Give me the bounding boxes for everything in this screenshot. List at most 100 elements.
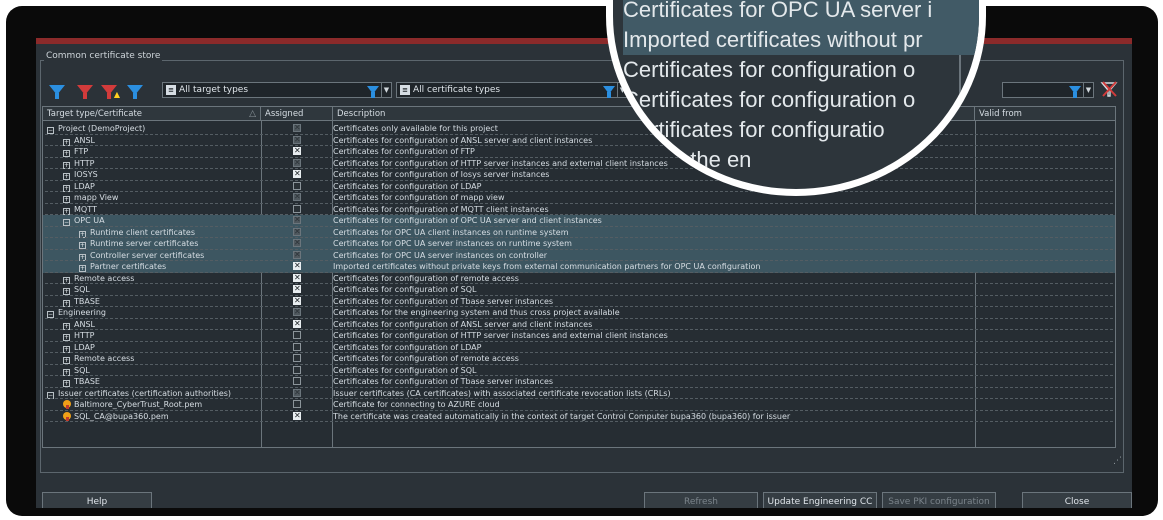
expand-icon[interactable]: +	[63, 150, 70, 157]
refresh-button[interactable]: Refresh	[644, 492, 758, 508]
expand-icon[interactable]: +	[63, 299, 70, 307]
filter-icon[interactable]	[46, 81, 68, 99]
expand-icon[interactable]: +	[63, 288, 70, 295]
collapse-icon[interactable]: −	[47, 311, 54, 318]
chevron-down-icon[interactable]: ▼	[381, 83, 391, 97]
table-row[interactable]: + Runtime client certificates Certificates…	[43, 226, 1115, 238]
expand-icon[interactable]: +	[79, 242, 86, 249]
column-header-valid-from[interactable]: Valid from	[975, 107, 1115, 121]
collapse-icon[interactable]: −	[47, 391, 54, 399]
clear-filter-icon[interactable]	[1100, 80, 1118, 98]
filter-icon[interactable]	[1067, 83, 1083, 98]
table-row[interactable]: + HTTP Certificates for configuration of H…	[43, 330, 1115, 342]
table-row[interactable]: + SQL Certificates for configuration of SQ…	[43, 284, 1115, 296]
expand-icon[interactable]: +	[63, 196, 70, 203]
expand-icon[interactable]: +	[63, 368, 70, 376]
filter-red-icon[interactable]	[74, 81, 96, 99]
assigned-checkbox[interactable]	[293, 181, 301, 190]
table-row[interactable]: + mapp View Certificates for configuration…	[43, 192, 1115, 204]
expand-icon[interactable]: +	[63, 334, 70, 341]
collapse-icon[interactable]: −	[63, 219, 70, 226]
save-pki-button[interactable]: Save PKI configuration	[882, 492, 996, 508]
expand-icon[interactable]: +	[79, 253, 86, 261]
table-row[interactable]: + MQTT Certificates for configuration of M…	[43, 204, 1115, 216]
chevron-down-icon[interactable]: ▼	[1083, 83, 1093, 97]
expand-icon[interactable]: +	[63, 173, 70, 180]
row-name: Controller server certificates	[90, 250, 205, 260]
help-button[interactable]: Help	[42, 492, 152, 508]
table-row[interactable]: + ANSL Certificates for configuration of A…	[43, 319, 1115, 331]
assigned-checkbox[interactable]	[293, 261, 301, 271]
assigned-checkbox[interactable]	[293, 227, 301, 237]
assigned-checkbox[interactable]	[293, 354, 301, 362]
assigned-checkbox[interactable]	[293, 319, 301, 329]
row-name-cell: + mapp View	[47, 192, 261, 204]
assigned-checkbox[interactable]	[293, 377, 301, 385]
expand-icon[interactable]: +	[63, 207, 70, 215]
assigned-checkbox[interactable]	[293, 273, 301, 283]
assigned-checkbox[interactable]	[293, 400, 301, 408]
assigned-checkbox[interactable]	[293, 146, 301, 156]
filter-icon[interactable]	[365, 83, 381, 98]
assigned-checkbox[interactable]	[293, 158, 301, 168]
expand-icon[interactable]: +	[63, 345, 70, 353]
table-row[interactable]: + Partner certificates Imported certificat…	[43, 261, 1115, 273]
expand-icon[interactable]: +	[63, 161, 70, 169]
table-row[interactable]: + LDAP Certificates for configuration of L…	[43, 181, 1115, 193]
assigned-checkbox[interactable]	[293, 123, 301, 133]
row-name: Engineering	[58, 308, 106, 317]
filter-warning-icon[interactable]: ▲	[98, 81, 120, 99]
assigned-checkbox[interactable]	[293, 192, 301, 202]
update-engineering-button[interactable]: Update Engineering CC	[763, 492, 877, 508]
assigned-checkbox[interactable]	[293, 296, 301, 306]
table-row[interactable]: + SQL Certificates for configuration of SQ…	[43, 365, 1115, 377]
assigned-checkbox[interactable]	[293, 307, 301, 317]
table-row[interactable]: SQL_CA@bupa360.pem The certificate was cr…	[43, 411, 1115, 423]
assigned-checkbox[interactable]	[293, 169, 301, 179]
assigned-checkbox[interactable]	[293, 411, 301, 421]
table-row[interactable]: + Remote access Certificates for configura…	[43, 353, 1115, 365]
table-row[interactable]: + TBASE Certificates for configuration of …	[43, 376, 1115, 388]
assigned-checkbox[interactable]	[293, 388, 301, 398]
table-row[interactable]: + TBASE Certificates for configuration of …	[43, 296, 1115, 308]
table-row[interactable]: −OPC UA Certificates for configuration of…	[43, 215, 1115, 227]
valid-from-filter[interactable]: ▼	[1002, 82, 1094, 98]
filter-icon[interactable]	[601, 83, 617, 98]
expand-icon[interactable]: +	[63, 322, 70, 330]
table-row[interactable]: − Issuer certificates (certification auth…	[43, 388, 1115, 400]
table-row[interactable]: −Engineering Certificates for the enginee…	[43, 307, 1115, 319]
resize-grip-icon[interactable]: ⋰	[1113, 456, 1122, 466]
assigned-checkbox[interactable]	[293, 250, 301, 260]
table-row[interactable]: + Runtime server certificates Certificates…	[43, 238, 1115, 250]
expand-icon[interactable]: +	[63, 276, 70, 284]
expand-icon[interactable]: +	[79, 265, 86, 272]
assigned-checkbox[interactable]	[293, 204, 301, 213]
assigned-checkbox[interactable]	[293, 365, 301, 374]
assigned-checkbox[interactable]	[293, 331, 301, 339]
assigned-checkbox[interactable]	[293, 284, 301, 294]
assigned-cell	[293, 307, 303, 319]
column-header-assigned[interactable]: Assigned	[261, 107, 333, 121]
row-description: Certificates for configuration of MQTT c…	[333, 204, 549, 214]
expand-icon[interactable]: +	[63, 138, 70, 146]
assigned-checkbox[interactable]	[293, 238, 301, 248]
column-header-target-type[interactable]: Target type/Certificate △	[43, 107, 261, 121]
target-type-filter[interactable]: ≡ All target types ▼	[162, 82, 392, 98]
list-icon: ≡	[166, 85, 176, 95]
collapse-icon[interactable]: −	[47, 127, 54, 134]
table-row[interactable]: + Controller server certificates Certifica…	[43, 249, 1115, 261]
filter-remove-icon[interactable]	[124, 81, 146, 99]
close-button[interactable]: Close	[1022, 492, 1132, 508]
expand-icon[interactable]: +	[63, 357, 70, 364]
assigned-checkbox[interactable]	[293, 342, 301, 351]
table-row[interactable]: + LDAP Certificates for configuration of L…	[43, 342, 1115, 354]
assigned-checkbox[interactable]	[293, 215, 301, 225]
table-row[interactable]: + Remote access Certificates for configura…	[43, 273, 1115, 285]
assigned-checkbox[interactable]	[293, 135, 301, 145]
table-row[interactable]: Baltimore_CyberTrust_Root.pem Certificate…	[43, 399, 1115, 411]
expand-icon[interactable]: +	[79, 230, 86, 238]
row-name: Partner certificates	[90, 262, 167, 271]
certificate-type-filter[interactable]: ≡ All certificate types ▼	[396, 82, 628, 98]
expand-icon[interactable]: +	[63, 184, 70, 192]
expand-icon[interactable]: +	[63, 380, 70, 387]
